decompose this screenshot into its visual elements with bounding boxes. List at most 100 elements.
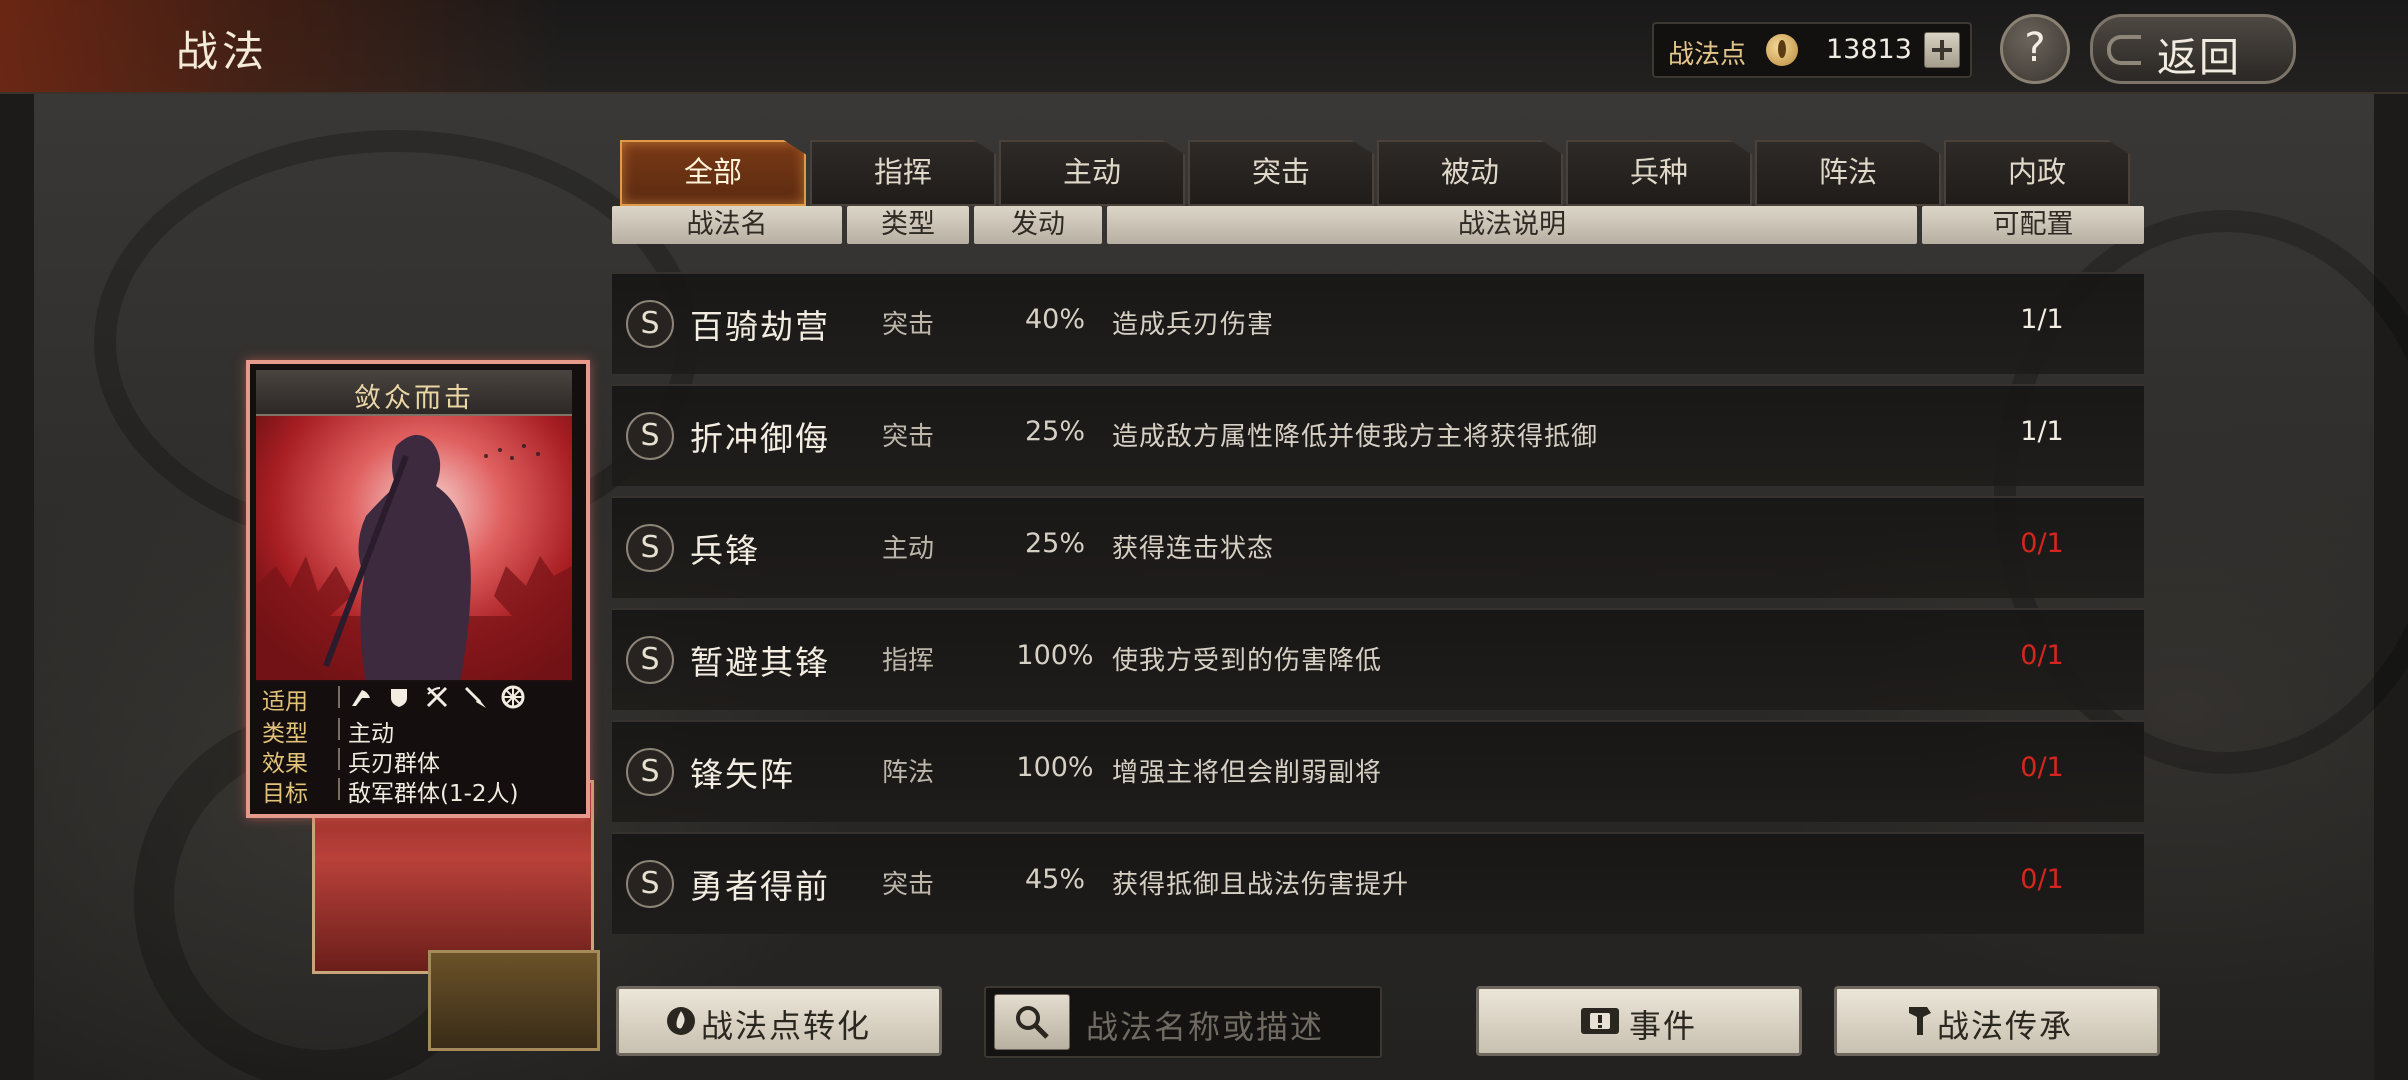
shield-icon <box>391 689 407 707</box>
spear-icon <box>464 686 486 708</box>
cavalry-axe-icon <box>352 690 370 706</box>
column-rate[interactable]: 发动 <box>974 206 1102 244</box>
tab-assault[interactable]: 突击 <box>1188 140 1374 206</box>
skill-points-icon <box>667 1007 695 1035</box>
apply-label: 适用 <box>262 689 308 715</box>
card-effect-row: 效果 兵刃群体 <box>262 744 572 777</box>
skill-rate: 100% <box>1016 752 1094 783</box>
column-description: 战法说明 <box>1107 206 1917 244</box>
search-button[interactable] <box>994 994 1070 1050</box>
skill-type: 阵法 <box>882 758 935 788</box>
tab-passive[interactable]: 被动 <box>1377 140 1563 206</box>
search-icon <box>1016 1006 1049 1039</box>
column-type[interactable]: 类型 <box>847 206 969 244</box>
skill-name: 百骑劫营 <box>690 307 830 346</box>
card-type-row: 类型 主动 <box>262 714 572 747</box>
skill-rate: 25% <box>1024 528 1085 559</box>
back-button-label: 返回 <box>2157 35 2241 81</box>
card-title-bar: 敛众而击 <box>256 370 572 416</box>
skill-description: 造成敌方属性降低并使我方主将获得抵御 <box>1112 422 1599 452</box>
top-bar: 战法 战法点 13813 ? 返回 <box>0 0 2408 94</box>
skill-points-value: 13813 <box>1826 34 1912 65</box>
event-button[interactable]: 事件 <box>1476 986 1802 1056</box>
skill-type: 突击 <box>882 422 935 452</box>
convert-points-label: 战法点转化 <box>701 1007 872 1045</box>
tab-internal[interactable]: 内政 <box>1944 140 2130 206</box>
skill-name: 兵锋 <box>690 531 760 570</box>
tab-active[interactable]: 主动 <box>999 140 1185 206</box>
skill-name: 折冲御侮 <box>690 419 830 458</box>
grade-badge: S <box>626 860 674 908</box>
search-input[interactable]: 战法名称或描述 <box>1086 1002 1324 1048</box>
column-name[interactable]: 战法名 <box>612 206 842 244</box>
skill-name: 锋矢阵 <box>690 755 795 794</box>
skill-points-panel: 战法点 13813 <box>1652 22 1972 78</box>
skill-config: 0/1 <box>2020 864 2064 895</box>
grade-badge: S <box>626 636 674 684</box>
skill-rate: 40% <box>1024 304 1085 335</box>
skill-points-label: 战法点 <box>1668 40 1747 70</box>
skill-type: 突击 <box>882 870 935 900</box>
card-info: 适用 类型 主动 效果 兵刃群体 目标 敌军群体(1-2人) <box>256 680 572 807</box>
skill-config: 1/1 <box>2020 416 2064 447</box>
table-row[interactable]: S 折冲御侮 突击 25% 造成敌方属性降低并使我方主将获得抵御 1/1 <box>612 384 2144 486</box>
tab-troop[interactable]: 兵种 <box>1566 140 1752 206</box>
target-value: 敌军群体(1-2人) <box>348 781 519 807</box>
skill-description: 获得抵御且战法伤害提升 <box>1112 870 1410 900</box>
table-row[interactable]: S 锋矢阵 阵法 100% 增强主将但会削弱副将 0/1 <box>612 720 2144 822</box>
type-label: 类型 <box>262 721 308 747</box>
crossed-bows-icon <box>426 686 448 708</box>
skill-description: 造成兵刃伤害 <box>1112 310 1275 340</box>
hammer-icon <box>1909 1007 1931 1035</box>
skill-rate: 25% <box>1024 416 1085 447</box>
skill-type: 指挥 <box>882 646 935 676</box>
page-title: 战法 <box>176 27 269 76</box>
skill-config: 0/1 <box>2020 528 2064 559</box>
column-config[interactable]: 可配置 <box>1922 206 2144 244</box>
effect-label: 效果 <box>262 751 308 777</box>
card-title: 敛众而击 <box>354 383 474 414</box>
search-bar[interactable]: 战法名称或描述 <box>984 986 1382 1058</box>
target-label: 目标 <box>262 781 308 807</box>
tab-formation[interactable]: 阵法 <box>1755 140 1941 206</box>
table-row[interactable]: S 兵锋 主动 25% 获得连击状态 0/1 <box>612 496 2144 598</box>
table-row[interactable]: S 暂避其锋 指挥 100% 使我方受到的伤害降低 0/1 <box>612 608 2144 710</box>
skill-points-icon <box>1766 34 1798 66</box>
back-button[interactable]: 返回 <box>2090 14 2296 84</box>
skill-config: 0/1 <box>2020 640 2064 671</box>
add-points-button[interactable] <box>1924 32 1960 68</box>
effect-value: 兵刃群体 <box>348 751 440 777</box>
skill-rate: 45% <box>1024 864 1085 895</box>
grade-badge: S <box>626 300 674 348</box>
card-apply-row: 适用 <box>262 682 572 715</box>
skill-rate: 100% <box>1016 640 1094 671</box>
table-row[interactable]: S 百骑劫营 突击 40% 造成兵刃伤害 1/1 <box>612 272 2144 374</box>
tab-command[interactable]: 指挥 <box>810 140 996 206</box>
skill-description: 获得连击状态 <box>1112 534 1275 564</box>
inherit-skill-label: 战法传承 <box>1937 1007 2074 1045</box>
skill-config: 1/1 <box>2020 304 2064 335</box>
skill-description: 使我方受到的伤害降低 <box>1112 646 1383 676</box>
skill-name: 暂避其锋 <box>690 643 830 682</box>
card-artwork <box>256 416 572 682</box>
grade-badge: S <box>626 412 674 460</box>
event-icon <box>1581 1008 1619 1034</box>
convert-points-button[interactable]: 战法点转化 <box>616 986 942 1056</box>
skill-type: 主动 <box>882 534 935 564</box>
grade-badge: S <box>626 524 674 572</box>
help-button[interactable]: ? <box>2000 14 2070 84</box>
card-stack-back <box>428 950 600 1051</box>
skill-name: 勇者得前 <box>690 867 830 906</box>
wheel-icon <box>501 685 525 709</box>
skill-type: 突击 <box>882 310 935 340</box>
inherit-skill-button[interactable]: 战法传承 <box>1834 986 2160 1056</box>
type-value: 主动 <box>348 721 394 747</box>
skill-description: 增强主将但会削弱副将 <box>1112 758 1383 788</box>
card-target-row: 目标 敌军群体(1-2人) <box>262 774 572 807</box>
skill-config: 0/1 <box>2020 752 2064 783</box>
tab-all[interactable]: 全部 <box>620 140 806 206</box>
table-row[interactable]: S 勇者得前 突击 45% 获得抵御且战法伤害提升 0/1 <box>612 832 2144 934</box>
grade-badge: S <box>626 748 674 796</box>
event-label: 事件 <box>1629 1007 1698 1045</box>
skill-card[interactable]: 敛众而击 适用 类型 主动 效果 兵刃群体 目标 敌军群体(1-2人) <box>246 360 590 818</box>
